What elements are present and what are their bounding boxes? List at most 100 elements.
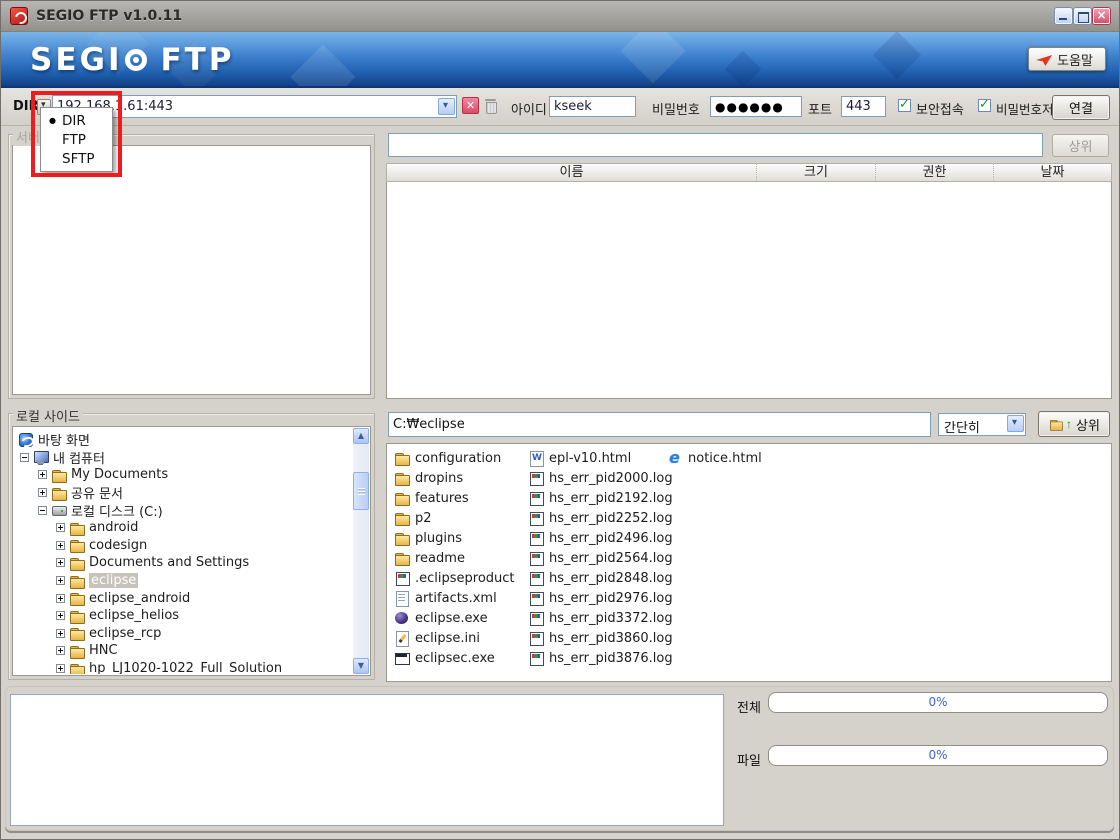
trash-icon[interactable] [483, 97, 498, 114]
expand-toggle-icon[interactable] [56, 629, 65, 638]
tree-item-label: HNC [89, 643, 118, 658]
folder-icon [69, 625, 85, 641]
expand-toggle-icon[interactable] [56, 541, 65, 550]
server-up-button[interactable]: 상위 [1052, 134, 1109, 157]
tree-item-3[interactable]: 공유 문서 [14, 484, 353, 502]
file-item[interactable]: eclipse.ini [394, 628, 515, 648]
file-item[interactable]: hs_err_pid2564.log [528, 548, 673, 568]
expand-toggle-icon[interactable] [56, 558, 65, 567]
file-item[interactable]: epl-v10.html [528, 448, 673, 468]
file-name: .eclipseproduct [415, 571, 515, 586]
file-item[interactable]: hs_err_pid2848.log [528, 568, 673, 588]
file-name: notice.html [688, 451, 762, 466]
scroll-thumb[interactable] [353, 472, 369, 510]
scroll-up-icon[interactable]: ▲ [353, 428, 369, 444]
expand-toggle-icon[interactable] [56, 664, 65, 673]
logo-o-glyph [125, 49, 147, 71]
menu-item-ftp[interactable]: FTP [41, 130, 112, 149]
port-input[interactable] [841, 96, 886, 117]
expand-toggle-icon[interactable] [38, 470, 47, 479]
disk-icon [51, 502, 67, 518]
menu-item-dir[interactable]: ●DIR [41, 111, 112, 130]
folder-icon [69, 590, 85, 606]
tree-item-11[interactable]: eclipse_rcp [14, 625, 353, 643]
tree-item-0[interactable]: 바탕 화면 [14, 431, 353, 449]
file-item[interactable]: hs_err_pid2252.log [528, 508, 673, 528]
expand-toggle-icon[interactable] [38, 488, 47, 497]
tree-item-8[interactable]: eclipse [14, 572, 353, 590]
close-button[interactable]: × [1093, 8, 1110, 24]
column-header-permission[interactable]: 권한 [876, 164, 994, 181]
maximize-button[interactable] [1074, 8, 1091, 24]
expand-toggle-icon[interactable] [56, 523, 65, 532]
column-header-name[interactable]: 이름 [387, 164, 757, 181]
file-item[interactable]: dropins [394, 468, 515, 488]
file-item[interactable]: eclipse.exe [394, 608, 515, 628]
file-item[interactable]: p2 [394, 508, 515, 528]
save-password-checkbox[interactable] [978, 99, 991, 112]
file-item[interactable]: eclipsec.exe [394, 648, 515, 668]
server-tree-panel[interactable] [12, 145, 371, 395]
transfer-log[interactable] [10, 694, 724, 826]
file-item[interactable]: plugins [394, 528, 515, 548]
file-item[interactable]: hs_err_pid3372.log [528, 608, 673, 628]
file-item[interactable]: hs_err_pid3876.log [528, 648, 673, 668]
connect-button[interactable]: 연결 [1052, 95, 1110, 120]
console-icon [394, 650, 410, 666]
id-input[interactable] [549, 96, 636, 117]
app-icon [528, 590, 544, 606]
file-item[interactable]: hs_err_pid2000.log [528, 468, 673, 488]
minimize-button[interactable] [1055, 8, 1072, 24]
local-up-button[interactable]: ↑ 상위 [1038, 411, 1110, 437]
file-item[interactable]: hs_err_pid2976.log [528, 588, 673, 608]
expand-toggle-icon[interactable] [56, 646, 65, 655]
file-item[interactable]: artifacts.xml [394, 588, 515, 608]
folder-icon [69, 555, 85, 571]
file-item[interactable]: features [394, 488, 515, 508]
file-item[interactable]: hs_err_pid2192.log [528, 488, 673, 508]
tree-item-7[interactable]: Documents and Settings [14, 554, 353, 572]
tree-item-9[interactable]: eclipse_android [14, 589, 353, 607]
file-item[interactable]: hs_err_pid2496.log [528, 528, 673, 548]
secure-checkbox[interactable] [898, 99, 911, 112]
scroll-down-icon[interactable]: ▼ [353, 658, 369, 674]
server-path-input[interactable] [388, 133, 1043, 157]
tree-item-13[interactable]: hp_LJ1020-1022_Full_Solution [14, 660, 353, 674]
tree-item-2[interactable]: My Documents [14, 466, 353, 484]
total-progress-bar: 0% [768, 692, 1108, 713]
file-name: p2 [415, 511, 432, 526]
file-item[interactable]: configuration [394, 448, 515, 468]
folder-up-icon [1049, 417, 1063, 431]
file-item[interactable]: notice.html [667, 448, 762, 468]
server-file-list[interactable] [386, 181, 1112, 399]
file-item[interactable]: .eclipseproduct [394, 568, 515, 588]
tree-item-6[interactable]: codesign [14, 537, 353, 555]
tree-item-10[interactable]: eclipse_helios [14, 607, 353, 625]
tree-item-5[interactable]: android [14, 519, 353, 537]
expand-toggle-icon[interactable] [56, 611, 65, 620]
password-field[interactable]: ●●●●●● [710, 96, 802, 117]
column-header-date[interactable]: 날짜 [994, 164, 1111, 181]
file-item[interactable]: readme [394, 548, 515, 568]
collapse-toggle-icon[interactable] [38, 506, 47, 515]
address-combo-arrow[interactable] [438, 98, 455, 115]
clear-address-button[interactable]: ✕ [462, 97, 479, 114]
file-name: hs_err_pid3876.log [549, 651, 673, 666]
expand-toggle-icon[interactable] [56, 576, 65, 585]
protocol-menu: ●DIRFTPSFTP [40, 107, 113, 172]
tree-scrollbar[interactable]: ▲ ▼ [353, 428, 369, 674]
tree-item-4[interactable]: 로컬 디스크 (C:) [14, 501, 353, 519]
file-item[interactable]: hs_err_pid3860.log [528, 628, 673, 648]
local-side-group-label: 로컬 사이드 [13, 406, 83, 425]
column-header-size[interactable]: 크기 [757, 164, 876, 181]
tree-item-1[interactable]: 내 컴퓨터 [14, 449, 353, 467]
expand-toggle-icon[interactable] [56, 594, 65, 603]
collapse-toggle-icon[interactable] [20, 453, 29, 462]
help-button[interactable]: 도움말 [1028, 47, 1106, 71]
view-mode-select[interactable]: 간단히 [938, 413, 1026, 436]
folder-icon [69, 608, 85, 624]
menu-item-sftp[interactable]: SFTP [41, 149, 112, 168]
local-path-input[interactable] [388, 412, 931, 437]
folder-icon [394, 470, 410, 486]
tree-item-12[interactable]: HNC [14, 642, 353, 660]
